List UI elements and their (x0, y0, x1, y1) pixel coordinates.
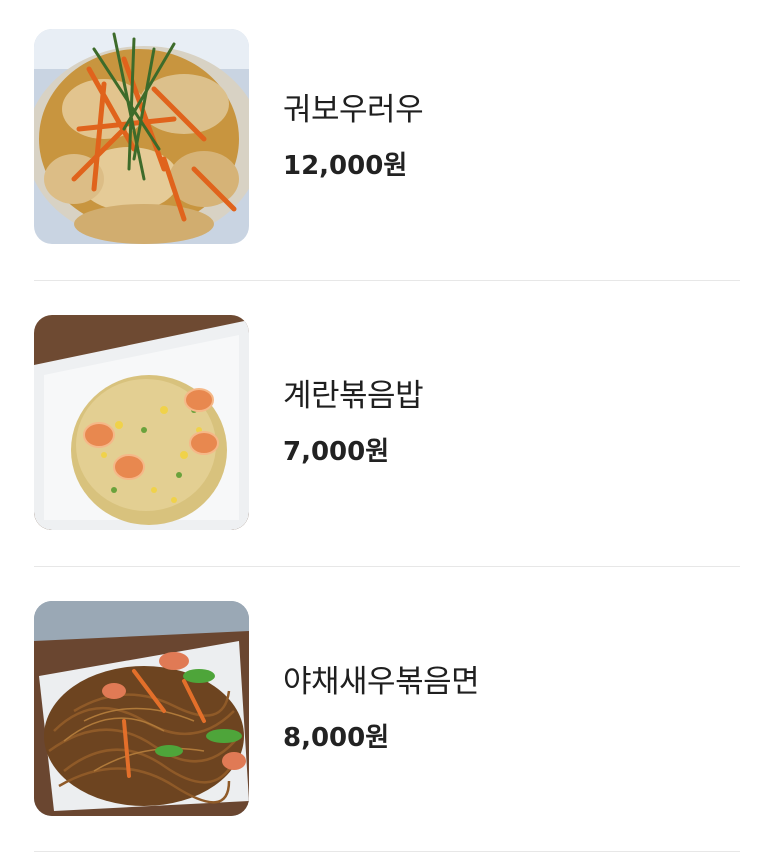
divider (34, 566, 740, 567)
menu-item-name: 궈보우러우 (283, 92, 424, 128)
menu-item-price: 8,000원 (283, 723, 390, 753)
menu-item-price: 12,000원 (283, 151, 408, 181)
divider (34, 851, 740, 852)
divider (34, 280, 740, 281)
vegetable-shrimp-fried-noodles-photo (34, 601, 249, 816)
menu-item-price: 7,000원 (283, 437, 390, 467)
crispy-pork-dish-photo (34, 29, 249, 244)
menu-item-guobaorou[interactable]: 궈보우러우 12,000원 (34, 29, 740, 244)
menu-item-name: 계란볶음밥 (283, 378, 424, 414)
menu-item-shrimp-fried-noodles[interactable]: 야채새우볶음면 8,000원 (34, 601, 740, 816)
menu-item-info: 야채새우볶음면 8,000원 (283, 601, 723, 816)
menu-item-egg-fried-rice[interactable]: 계란볶음밥 7,000원 (34, 315, 740, 530)
egg-fried-rice-photo (34, 315, 249, 530)
menu-item-info: 계란볶음밥 7,000원 (283, 315, 723, 530)
menu-item-name: 야채새우볶음면 (283, 664, 480, 700)
menu-item-info: 궈보우러우 12,000원 (283, 29, 723, 244)
